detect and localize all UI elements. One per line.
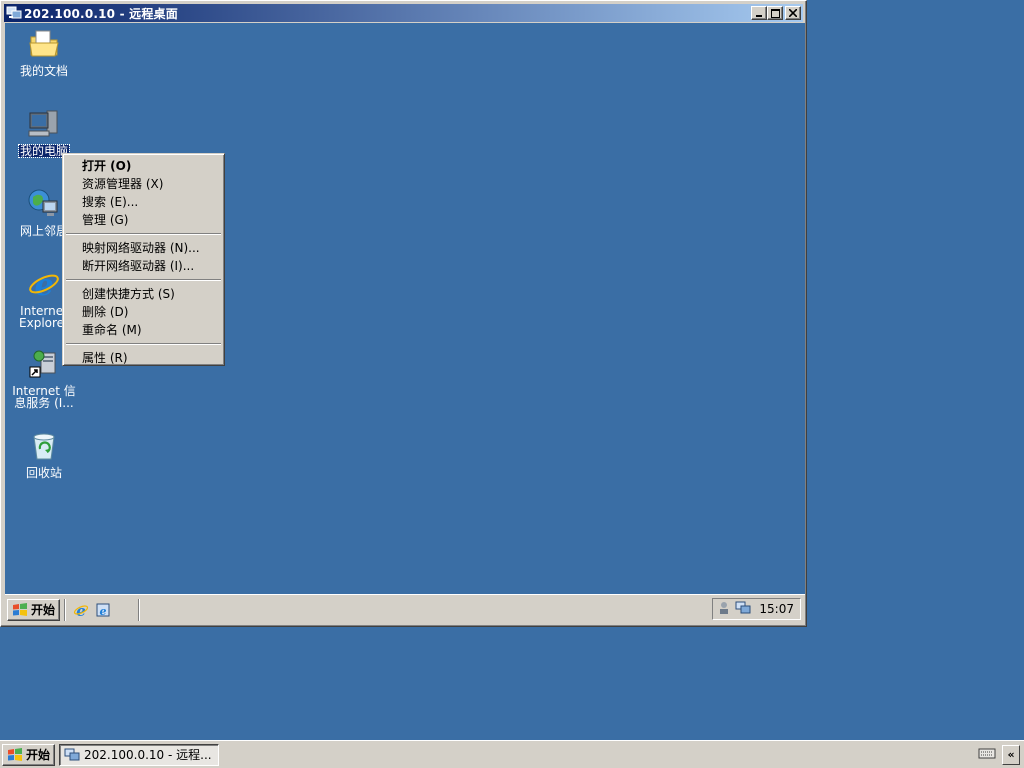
menu-separator — [66, 233, 221, 235]
menu-item-open[interactable]: 打开 (O) — [65, 157, 222, 175]
minimize-icon — [756, 15, 762, 17]
desktop-icon-recycle-bin[interactable]: 回收站 — [6, 429, 82, 479]
minimize-button[interactable] — [751, 6, 767, 20]
start-label: 开始 — [31, 603, 56, 617]
desktop-icon-my-computer[interactable]: 我的电脑 — [6, 107, 82, 158]
desktop-icon-label: 我的文档 — [19, 64, 68, 78]
svg-text:e: e — [34, 268, 53, 301]
show-desktop-icon: e — [96, 603, 110, 618]
menu-separator — [66, 279, 221, 281]
window-titlebar[interactable]: 202.100.0.10 - 远程桌面 — [4, 4, 803, 22]
folder-documents-icon — [29, 30, 59, 57]
maximize-button[interactable] — [767, 6, 783, 20]
task-button-label: 202.100.0.10 - 远程... — [84, 748, 212, 762]
close-button[interactable] — [785, 6, 801, 20]
window-title: 202.100.0.10 - 远程桌面 — [24, 6, 178, 21]
taskbar-separator — [64, 598, 67, 621]
network-icon — [28, 189, 58, 216]
keyboard-icon[interactable] — [978, 746, 996, 763]
menu-item-search[interactable]: 搜索 (E)... — [65, 193, 222, 211]
menu-item-create-shortcut[interactable]: 创建快捷方式 (S) — [65, 285, 222, 303]
svg-text:e: e — [76, 602, 86, 618]
svg-text:e: e — [100, 605, 107, 618]
menu-item-disconnect-network-drive[interactable]: 断开网络驱动器 (I)... — [65, 257, 222, 275]
context-menu: 打开 (O) 资源管理器 (X) 搜索 (E)... 管理 (G) 映射网络驱动… — [62, 153, 225, 366]
host-system-tray: « — [978, 744, 1020, 766]
remote-connection-tray-icon[interactable] — [735, 601, 751, 618]
quicklaunch-ie-button[interactable]: e — [72, 601, 90, 619]
recycle-bin-icon — [33, 433, 55, 460]
menu-item-explorer[interactable]: 资源管理器 (X) — [65, 175, 222, 193]
desktop-icon-label: 回收站 — [25, 466, 62, 480]
start-label: 开始 — [26, 748, 51, 762]
close-icon — [789, 9, 797, 17]
ie-icon: e — [29, 268, 59, 301]
desktop-icon-label: Internet 信 息服务 (I... — [12, 384, 76, 410]
remote-clock: 15:07 — [759, 602, 794, 616]
remote-taskbar: 开始 e e 15:07 — [5, 594, 805, 624]
remote-desktop-icon — [6, 6, 22, 20]
host-taskbar: 开始 202.100.0.10 - 远程... « — [0, 740, 1024, 768]
computer-icon — [28, 110, 58, 137]
remote-desktop-icon — [64, 748, 80, 760]
iis-shortcut-icon — [29, 350, 56, 378]
quicklaunch-desktop-button[interactable]: e — [94, 601, 112, 619]
menu-item-delete[interactable]: 删除 (D) — [65, 303, 222, 321]
menu-item-manage[interactable]: 管理 (G) — [65, 211, 222, 229]
taskbar-separator — [138, 598, 141, 621]
remote-system-tray: 15:07 — [712, 598, 801, 620]
remote-start-button[interactable]: 开始 — [7, 598, 61, 621]
remote-desktop-window: 202.100.0.10 - 远程桌面 我的文档 我的电脑 网上邻居 e Int… — [0, 0, 807, 627]
menu-separator — [66, 343, 221, 345]
windows-logo-icon — [8, 747, 22, 761]
tray-expand-button[interactable]: « — [1002, 744, 1020, 765]
remote-desktop-surface[interactable]: 我的文档 我的电脑 网上邻居 e Internet Explorer Inter… — [5, 23, 805, 594]
menu-item-map-network-drive[interactable]: 映射网络驱动器 (N)... — [65, 239, 222, 257]
menu-item-rename[interactable]: 重命名 (M) — [65, 321, 222, 339]
host-start-button[interactable]: 开始 — [2, 743, 56, 766]
maximize-icon — [770, 8, 780, 18]
menu-item-properties[interactable]: 属性 (R) — [65, 349, 222, 367]
ie-icon: e — [73, 602, 89, 618]
network-tray-icon[interactable] — [717, 601, 731, 618]
windows-logo-icon — [13, 602, 27, 616]
desktop-icon-my-documents[interactable]: 我的文档 — [6, 27, 82, 77]
task-button-remote-desktop[interactable]: 202.100.0.10 - 远程... — [59, 743, 220, 766]
